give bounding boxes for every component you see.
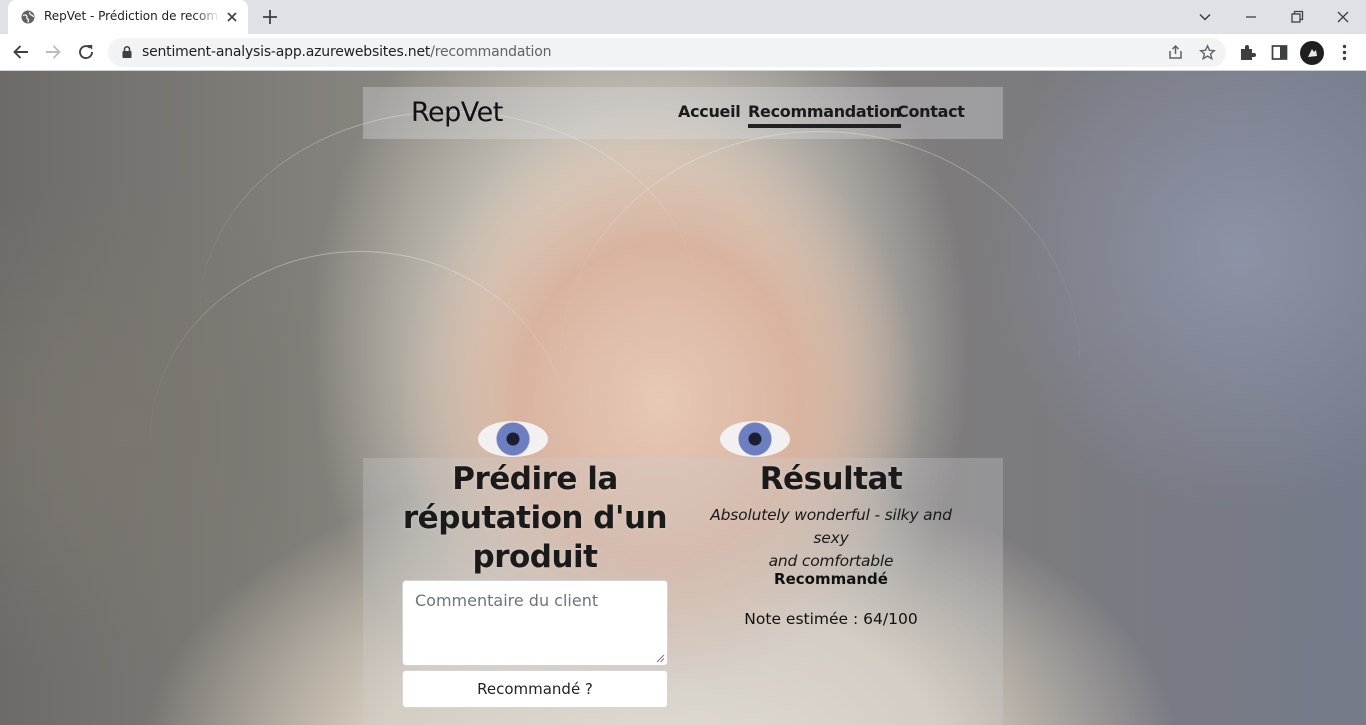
globe-icon <box>21 10 35 24</box>
browser-tabstrip: RepVet - Prédiction de recommandation <box>0 0 1366 34</box>
back-arrow-icon[interactable] <box>10 41 32 63</box>
address-bar[interactable]: sentiment-analysis-app.azurewebsites.net… <box>108 38 1226 67</box>
verdict-label: Recommandé <box>774 570 888 588</box>
kebab-menu-icon[interactable] <box>1335 43 1354 62</box>
close-window-icon[interactable] <box>1331 5 1355 29</box>
side-panel-icon[interactable] <box>1270 43 1289 62</box>
eye-right <box>720 421 790 457</box>
share-icon[interactable] <box>1167 44 1184 61</box>
result-title: Résultat <box>759 461 903 497</box>
nav-link-contact[interactable]: Contact <box>897 102 965 121</box>
close-tab-icon[interactable] <box>224 9 240 25</box>
bookmark-star-icon[interactable] <box>1199 44 1216 61</box>
resize-grip-icon[interactable] <box>656 654 665 663</box>
form-title: Prédire la réputation d'un produit <box>363 460 707 577</box>
browser-tab[interactable]: RepVet - Prédiction de recommandation <box>8 0 248 34</box>
nav-link-accueil[interactable]: Accueil <box>678 102 741 121</box>
comment-field[interactable] <box>402 580 668 666</box>
recommend-submit-button[interactable]: Recommandé ? <box>402 670 668 708</box>
forward-arrow-icon[interactable] <box>42 41 64 63</box>
profile-silhouette-icon <box>1308 49 1317 57</box>
restore-icon[interactable] <box>1285 5 1309 29</box>
site-navbar: RepVet Accueil Recommandation Contact <box>363 87 1003 139</box>
page-viewport: RepVet Accueil Recommandation Contact Pr… <box>0 71 1366 725</box>
new-tab-icon[interactable] <box>260 7 280 27</box>
review-line: Absolutely wonderful - silky and sexy <box>710 506 952 547</box>
extensions-puzzle-icon[interactable] <box>1238 43 1257 62</box>
url-host: sentiment-analysis-app.azurewebsites.net <box>142 44 431 60</box>
form-title-line: produit <box>472 539 598 575</box>
tab-search-chevron-icon[interactable] <box>1193 5 1217 29</box>
form-title-line: Prédire la <box>452 461 618 497</box>
site-brand-logo[interactable]: RepVet <box>411 97 503 128</box>
profile-avatar[interactable] <box>1300 41 1324 65</box>
tab-title: RepVet - Prédiction de recommandation <box>44 9 220 23</box>
comment-textarea[interactable] <box>403 581 667 665</box>
minimize-icon[interactable] <box>1239 5 1263 29</box>
url-path: /recommandation <box>430 44 552 60</box>
estimated-score: Note estimée : 64/100 <box>744 610 918 628</box>
eye-left <box>478 421 548 457</box>
form-title-line: réputation d'un <box>402 500 668 536</box>
prediction-panel: Prédire la réputation d'un produit Recom… <box>363 458 1003 725</box>
lock-icon[interactable] <box>120 45 134 59</box>
review-text: Absolutely wonderful - silky and sexy an… <box>693 504 969 573</box>
url-text[interactable]: sentiment-analysis-app.azurewebsites.net… <box>142 44 551 60</box>
nav-link-recommandation[interactable]: Recommandation <box>748 102 901 128</box>
browser-toolbar: sentiment-analysis-app.azurewebsites.net… <box>0 34 1366 71</box>
reload-icon[interactable] <box>75 41 97 63</box>
